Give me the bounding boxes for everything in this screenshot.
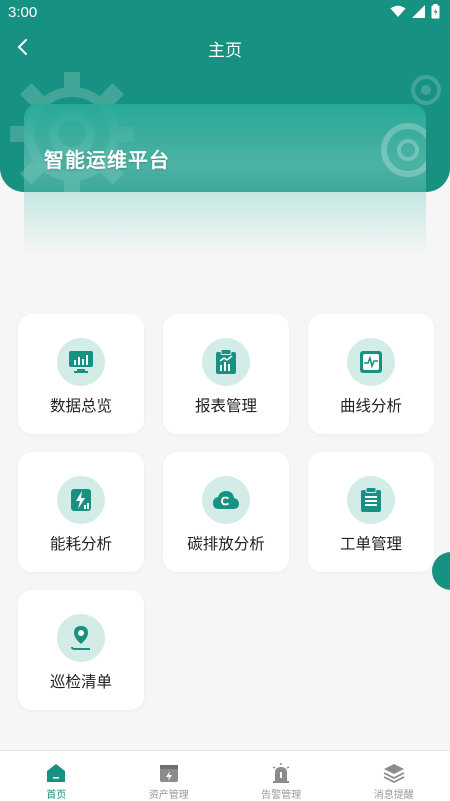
work-order-icon [360,487,382,513]
tile-work-order[interactable]: 工单管理 [308,452,434,572]
clipboard-chart-icon [215,349,237,375]
waveform-icon [359,350,383,374]
layers-icon [383,762,405,784]
floating-side-button[interactable] [432,552,450,590]
status-time: 3:00 [8,4,37,21]
tile-inspection-list[interactable]: 巡检清单 [18,590,144,710]
tile-icon-bg [202,476,250,524]
tile-label: 工单管理 [308,532,434,554]
tab-label: 首页 [0,786,113,801]
home-icon [45,762,67,784]
platform-banner: 智能运维平台 [24,104,426,256]
tab-alarm-management[interactable]: 告警管理 [225,751,338,801]
status-icons [390,4,440,19]
tile-label: 报表管理 [163,394,289,416]
monitor-chart-icon [68,350,94,374]
tile-label: 碳排放分析 [163,532,289,554]
wifi-icon [390,5,406,18]
tile-icon-bg [57,614,105,662]
tile-icon-bg [202,338,250,386]
status-bar: 3:00 [0,0,450,26]
tile-icon-bg [57,338,105,386]
tile-carbon-analysis[interactable]: 碳排放分析 [163,452,289,572]
tab-label: 资产管理 [113,786,226,801]
energy-icon [70,488,92,512]
tile-icon-bg [57,476,105,524]
tile-data-overview[interactable]: 数据总览 [18,314,144,434]
banner-title: 智能运维平台 [44,144,170,173]
nav-bar: 主页 [0,26,450,66]
carbon-cloud-icon [212,489,240,511]
page-title: 主页 [0,36,450,61]
location-pin-icon [70,625,92,651]
tile-label: 巡检清单 [18,670,144,692]
tab-home[interactable]: 首页 [0,751,113,801]
tab-message-reminder[interactable]: 消息提醒 [338,751,450,801]
tile-report-management[interactable]: 报表管理 [163,314,289,434]
tab-label: 消息提醒 [338,786,450,801]
tile-label: 能耗分析 [18,532,144,554]
tab-asset-management[interactable]: 资产管理 [113,751,226,801]
banner-gear-icon [368,110,426,190]
tile-label: 曲线分析 [308,394,434,416]
tile-label: 数据总览 [18,394,144,416]
signal-icon [412,5,425,18]
alarm-icon [270,762,292,784]
tile-icon-bg [347,338,395,386]
tile-icon-bg [347,476,395,524]
tab-label: 告警管理 [225,786,338,801]
tile-energy-analysis[interactable]: 能耗分析 [18,452,144,572]
tile-curve-analysis[interactable]: 曲线分析 [308,314,434,434]
asset-icon [158,762,180,784]
bottom-tab-bar: 首页 资产管理 告警管理 消息提醒 [0,750,450,801]
battery-icon [431,4,440,19]
